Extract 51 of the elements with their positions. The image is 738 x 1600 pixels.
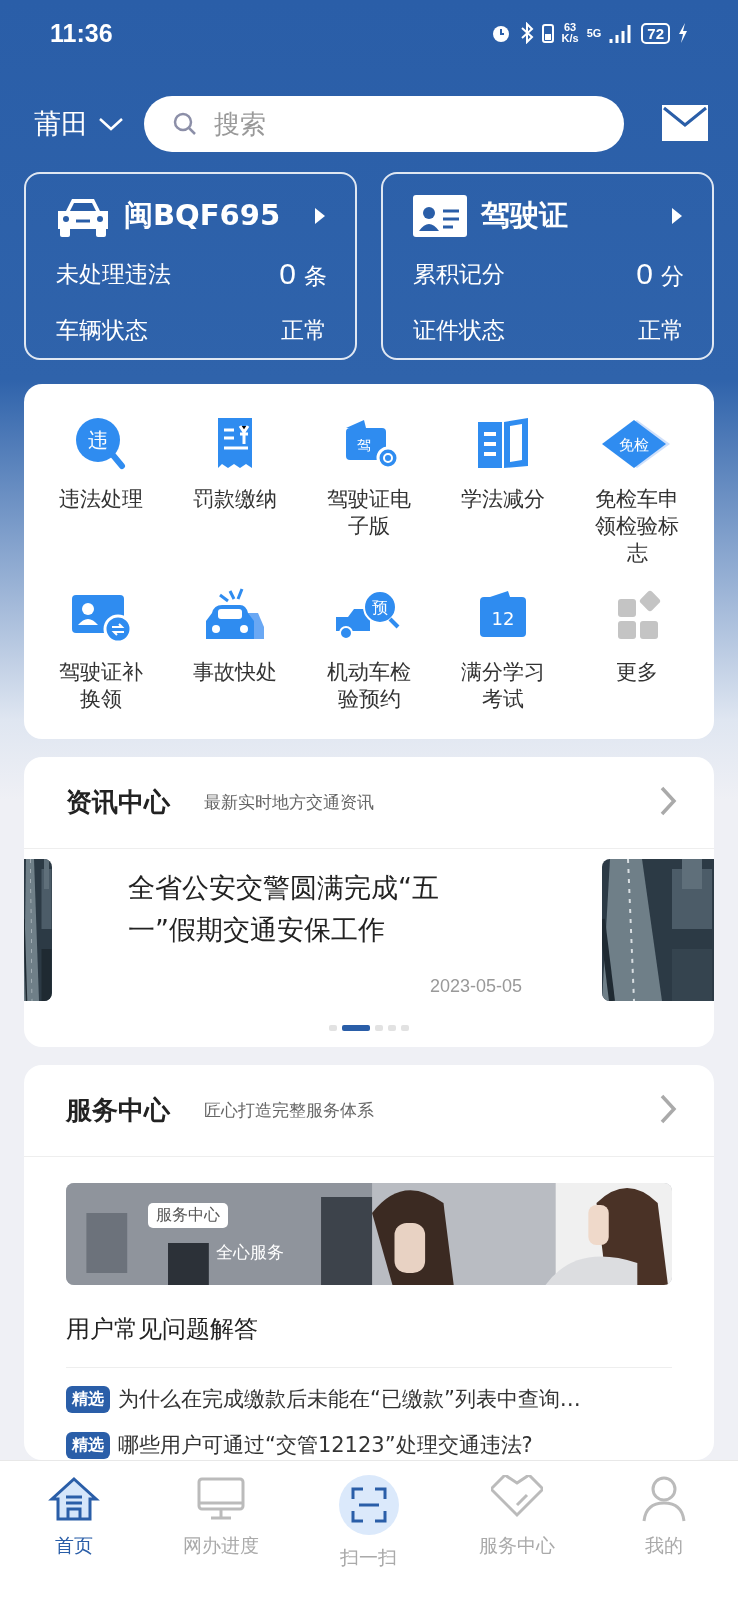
service-shortcut[interactable]: 事故快处	[168, 587, 302, 713]
signal-icon	[609, 23, 634, 44]
network-type: 5G	[586, 27, 602, 39]
service-shortcut[interactable]: 学法减分	[436, 414, 570, 567]
section-title: 服务中心	[66, 1094, 170, 1127]
card-title-link[interactable]: 闽BQF695	[56, 186, 327, 246]
stat-label: 累积记分	[413, 259, 505, 289]
banner-tag: 服务中心	[148, 1203, 228, 1228]
scan-icon	[339, 1475, 399, 1535]
banner-caption: 全心服务	[216, 1241, 284, 1264]
featured-tag: 精选	[66, 1385, 110, 1413]
section-title: 资讯中心	[66, 786, 170, 819]
service-shortcut[interactable]: 更多	[570, 587, 704, 713]
monitor-icon	[195, 1475, 248, 1523]
city-selector[interactable]: 莆田	[34, 106, 124, 143]
stat-label: 证件状态	[413, 315, 505, 345]
triangle-right-icon	[670, 206, 684, 226]
network-speed: 63 K/s	[561, 22, 579, 45]
chevron-down-icon	[98, 116, 124, 133]
bluetooth-icon	[519, 22, 534, 45]
section-subtitle: 最新实时地方交通资讯	[204, 791, 375, 814]
stat-value: 正常	[638, 315, 684, 345]
stat-value: 0 分	[636, 256, 684, 292]
service-shortcut[interactable]: 违 违法处理	[34, 414, 168, 567]
faq-title: 用户常见问题解答	[66, 1285, 672, 1368]
service-shortcut[interactable]: 预 机动车检验预约	[302, 587, 436, 713]
service-shortcut[interactable]: 罚款缴纳	[168, 414, 302, 567]
phone-battery-icon	[541, 22, 554, 45]
battery-level: 72	[641, 22, 670, 44]
charging-icon	[678, 23, 688, 44]
question-link[interactable]: 为什么在完成缴款后未能在“已缴款”列表中查询…	[118, 1385, 581, 1413]
featured-tag: 精选	[66, 1431, 110, 1459]
nav-tab[interactable]: 首页	[0, 1461, 148, 1600]
home-icon	[47, 1475, 100, 1523]
triangle-right-icon	[313, 206, 327, 226]
search-field[interactable]: 搜索	[144, 96, 624, 153]
stat-label: 未处理违法	[56, 259, 171, 289]
card-title-link[interactable]: 驾驶证	[413, 186, 684, 246]
id-card-icon	[413, 195, 467, 237]
service-shortcut[interactable]: 12 满分学习考试	[436, 587, 570, 713]
service-shortcut[interactable]: 免检 免检车申领检验标志	[570, 414, 704, 567]
news-headline[interactable]: 全省公安交警圆满完成“五一”假期交通安保工作	[128, 867, 498, 951]
service-shortcut[interactable]: 驾驶证补换领	[34, 587, 168, 713]
status-time: 11:36	[50, 18, 113, 48]
question-link[interactable]: 哪些用户可通过“交管12123”处理交通违法?	[118, 1431, 533, 1459]
stat-value: 0 条	[279, 256, 327, 292]
stat-value: 正常	[281, 315, 327, 345]
news-date: 2023-05-05	[429, 976, 522, 997]
service-shortcut[interactable]: 驾 驾驶证电子版	[302, 414, 436, 567]
section-subtitle: 匠心打造完整服务体系	[204, 1099, 375, 1122]
stat-label: 车辆状态	[56, 315, 148, 345]
